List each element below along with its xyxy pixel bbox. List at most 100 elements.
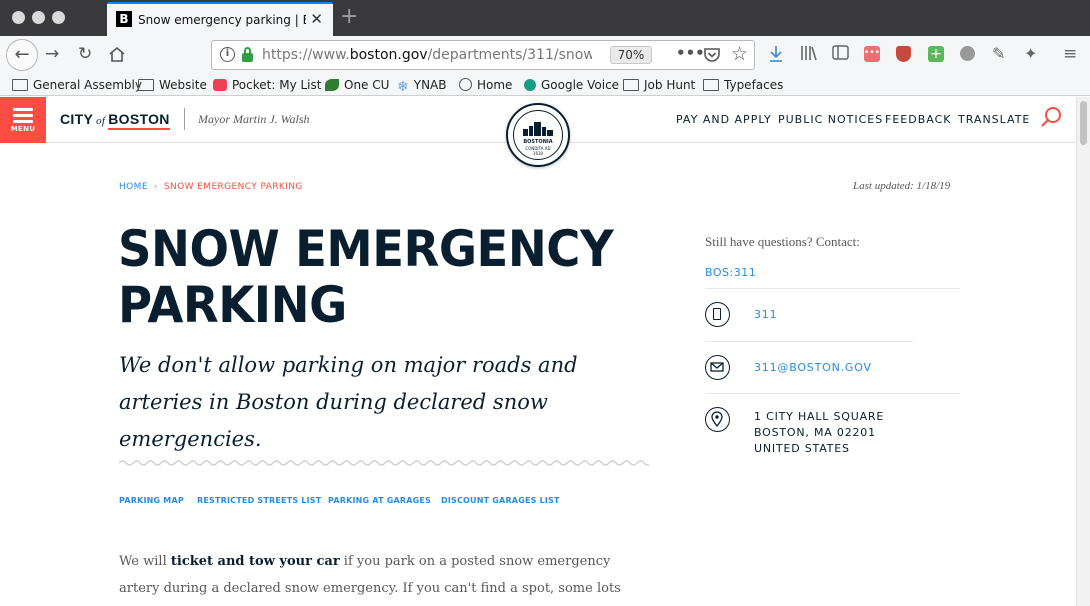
bookmark-home[interactable]: Home (459, 77, 512, 94)
wave-divider (119, 460, 649, 466)
download-icon[interactable] (768, 45, 784, 63)
seal-name: BOSTONIA (523, 139, 553, 145)
globe-icon (459, 78, 472, 91)
close-window-button[interactable] (12, 11, 25, 24)
mayor-name: Mayor Martin J. Walsh (198, 112, 310, 126)
zoom-level-badge[interactable]: 70% (610, 46, 652, 64)
nav-public-notices[interactable]: PUBLIC NOTICES (778, 113, 883, 126)
browser-title-bar: B Snow emergency parking | Bost ✕ + (0, 0, 1090, 36)
site-menu-button[interactable]: MENU (0, 97, 46, 143)
snowflake-icon: ❄ (397, 79, 409, 95)
page-title-line1: SNOW EMERGENCY (118, 220, 614, 278)
reload-icon[interactable]: ↻ (78, 44, 92, 64)
city-seal[interactable]: BOSTONIA CONDITA AD 1630 (506, 103, 570, 167)
email-icon (705, 355, 730, 380)
contact-divider (705, 341, 913, 342)
bookmark-pocket[interactable]: Pocket: My List (213, 77, 321, 94)
contact-department-link[interactable]: BOS:311 (705, 266, 756, 279)
menu-label: MENU (10, 125, 36, 133)
page-actions-icon[interactable]: ••• (676, 44, 705, 62)
bookmark-star-icon[interactable]: ☆ (731, 43, 748, 65)
bookmark-website[interactable]: Website (138, 77, 207, 94)
bookmark-typefaces[interactable]: Typefaces (703, 77, 783, 94)
sublink-restricted-streets[interactable]: RESTRICTED STREETS LIST (197, 496, 321, 505)
page-title: SNOW EMERGENCY PARKING (118, 221, 620, 333)
contact-phone-link[interactable]: 311 (754, 308, 777, 321)
library-icon[interactable] (800, 45, 818, 61)
minimize-window-button[interactable] (32, 11, 45, 24)
city-of-boston-logo[interactable]: CITY of BOSTON (60, 111, 170, 130)
location-pin-icon (705, 407, 730, 432)
new-tab-button[interactable]: + (340, 4, 358, 29)
maximize-window-button[interactable] (52, 11, 65, 24)
puzzle-extension-icon[interactable]: ✦ (1024, 45, 1037, 63)
back-arrow-icon: ← (14, 44, 30, 65)
address-line3: UNITED STATES (754, 442, 850, 455)
home-icon[interactable] (108, 46, 126, 63)
sublink-discount-garages[interactable]: DISCOUNT GARAGES LIST (441, 496, 560, 505)
body-text-pre: We will (119, 554, 171, 569)
bookmark-google-voice[interactable]: Google Voice (524, 77, 619, 94)
city-seal-inner: BOSTONIA CONDITA AD 1630 (513, 110, 563, 160)
body-text-bold: ticket and tow your car (170, 554, 340, 569)
sublink-parking-at-garages[interactable]: PARKING AT GARAGES (328, 496, 431, 505)
contact-heading: Still have questions? Contact: (705, 234, 860, 249)
url-text[interactable]: https://www.boston.gov/departments/311/s… (262, 47, 592, 63)
bookmark-one-cu[interactable]: One CU (325, 77, 389, 94)
scrollbar-thumb[interactable] (1080, 101, 1087, 145)
nav-feedback[interactable]: FEEDBACK (885, 113, 951, 126)
nav-pay-and-apply[interactable]: PAY AND APPLY (676, 113, 772, 126)
seal-year: 1630 (532, 151, 544, 156)
page-title-line2: PARKING (118, 276, 347, 334)
folder-icon (623, 79, 639, 91)
brand-city: CITY (60, 111, 94, 127)
shield-extension-icon[interactable] (896, 46, 911, 62)
folder-icon (138, 79, 154, 91)
extension-red-icon[interactable]: ••• (864, 46, 880, 62)
contact-divider (705, 288, 960, 289)
hamburger-icon (13, 108, 33, 111)
bookmark-job-hunt[interactable]: Job Hunt (623, 77, 695, 94)
phone-icon (705, 302, 730, 327)
pocket-icon (213, 79, 227, 91)
tab-close-icon[interactable]: ✕ (310, 10, 323, 28)
sublink-parking-map[interactable]: PARKING MAP (119, 496, 184, 505)
contact-divider (705, 393, 960, 394)
menu-icon[interactable]: ≡ (1063, 45, 1077, 63)
boston-favicon-icon: B (116, 11, 132, 27)
intro-text: We don't allow parking on major roads an… (119, 353, 578, 451)
search-icon[interactable] (1040, 106, 1062, 128)
skyline-icon (523, 122, 553, 136)
bookmarks-bar: General Assembly Website Pocket: My List… (0, 74, 1090, 96)
sidebar-icon[interactable] (832, 45, 849, 60)
eyedropper-icon[interactable]: ✎ (992, 45, 1005, 63)
browser-nav-bar: ← → ↻ i https://www.boston.gov/departmen… (0, 36, 1090, 87)
google-voice-icon (524, 79, 536, 91)
account-icon[interactable] (960, 46, 975, 61)
brand-divider (184, 108, 185, 130)
breadcrumb-home[interactable]: HOME (119, 182, 148, 192)
lock-icon[interactable] (242, 47, 253, 62)
web-page: MENU CITY of BOSTON Mayor Martin J. Walsh … (0, 97, 1076, 606)
page-scrollbar[interactable] (1076, 97, 1090, 606)
hamburger-icon-bar (13, 114, 33, 117)
bookmark-ynab[interactable]: ❄ YNAB (397, 77, 446, 95)
bookmark-general-assembly[interactable]: General Assembly (12, 77, 142, 94)
brand-boston: BOSTON (108, 111, 170, 130)
address-line2: BOSTON, MA 02201 (754, 426, 876, 439)
leaf-icon (325, 79, 339, 91)
forward-arrow-icon[interactable]: → (45, 44, 59, 64)
tab-title: Snow emergency parking | Bost (138, 13, 306, 27)
hamburger-icon-bar (13, 120, 33, 123)
contact-email-link[interactable]: 311@BOSTON.GOV (754, 361, 872, 374)
browser-tab-active[interactable]: B Snow emergency parking | Bost ✕ (107, 2, 333, 36)
folder-icon (703, 79, 719, 91)
nav-translate[interactable]: TRANSLATE (958, 113, 1030, 126)
pocket-icon[interactable] (704, 48, 720, 63)
add-extension-icon[interactable]: + (928, 46, 944, 62)
back-button[interactable]: ← (6, 39, 38, 71)
breadcrumb-current[interactable]: SNOW EMERGENCY PARKING (164, 182, 303, 192)
page-info-icon[interactable]: i (220, 47, 235, 62)
url-bar[interactable]: i https://www.boston.gov/departments/311… (211, 40, 755, 70)
last-updated: Last updated: 1/18/19 (853, 180, 951, 192)
